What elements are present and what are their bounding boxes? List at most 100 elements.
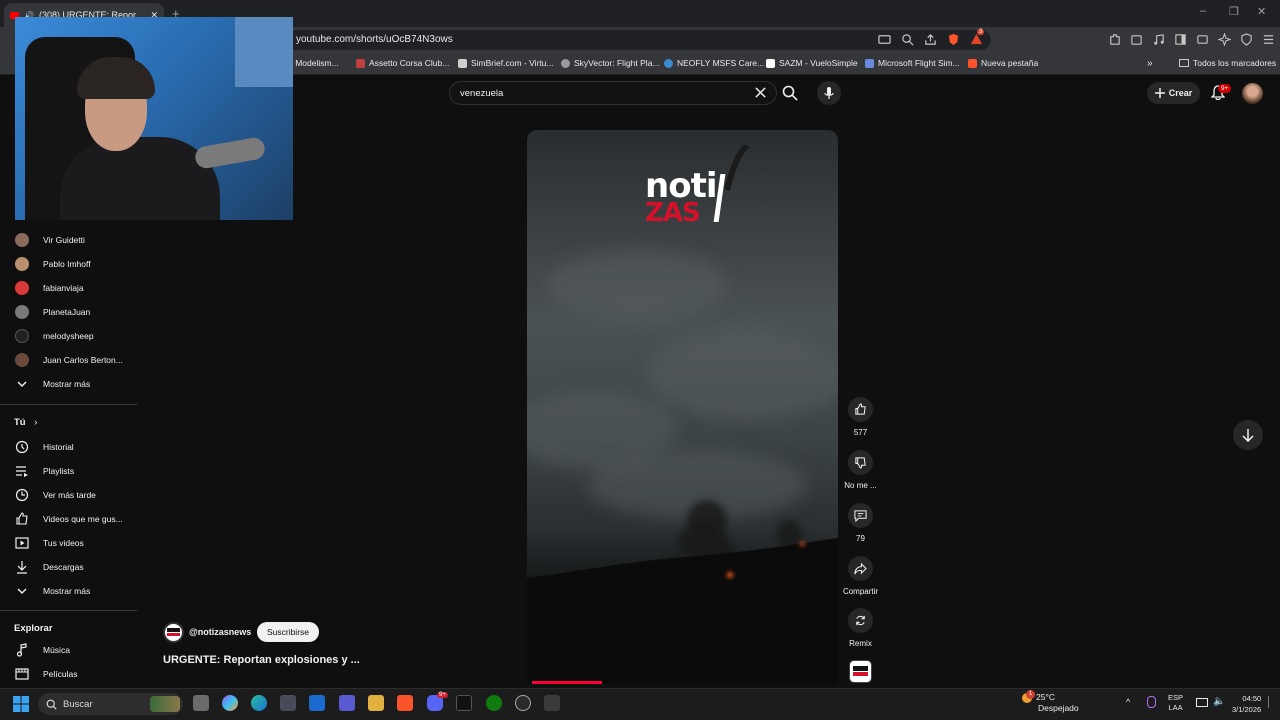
sidebar-subscription-item[interactable]: fabianviaja	[0, 276, 137, 300]
weather-temperature: 25°C	[1036, 692, 1055, 702]
bookmark-favicon-icon	[458, 58, 467, 68]
sidebar-item-your-videos[interactable]: Tus videos	[0, 531, 137, 555]
sidebar-item-watch-later[interactable]: Ver más tarde	[0, 483, 137, 507]
share-button[interactable]	[848, 556, 873, 581]
menu-icon[interactable]	[1262, 33, 1275, 46]
sidebar-item-label: Tus videos	[43, 538, 84, 548]
share-page-icon[interactable]	[924, 33, 937, 46]
next-short-button[interactable]	[1233, 420, 1263, 450]
bookmark-item[interactable]: SimBrief.com - Virtu...	[458, 58, 554, 68]
voice-search-button[interactable]	[817, 81, 841, 105]
bookmark-item[interactable]: SkyVector: Flight Pla...	[561, 58, 660, 68]
reader-icon[interactable]	[1196, 33, 1209, 46]
webcam-background-shelf	[235, 17, 293, 87]
input-language-indicator[interactable]: ESP LAA	[1168, 693, 1183, 713]
brave-rewards-button[interactable]: 3	[970, 29, 985, 46]
cast-icon[interactable]	[878, 33, 891, 46]
dislike-button[interactable]	[848, 450, 873, 475]
outlook-icon[interactable]	[309, 695, 325, 711]
bookmark-item[interactable]: Microsoft Flight Sim...	[865, 58, 960, 68]
bookmark-item[interactable]: SAZM - VueloSimple	[766, 58, 858, 68]
sidebar-item-playlists[interactable]: Playlists	[0, 459, 137, 483]
clear-search-icon[interactable]	[754, 86, 767, 99]
clock-date: 3/1/2026	[1232, 705, 1262, 714]
windows-start-icon[interactable]	[13, 696, 29, 712]
search-icon[interactable]	[782, 85, 798, 101]
channel-avatar	[15, 233, 29, 247]
comments-button[interactable]	[848, 503, 873, 528]
notizas-logo-bottom: ZAS	[645, 198, 701, 228]
microphone-icon	[824, 87, 834, 99]
bookmark-item[interactable]: r Modelism...	[290, 58, 339, 68]
sidebar-show-more[interactable]: Mostrar más	[0, 372, 137, 396]
remix-button[interactable]	[848, 608, 873, 633]
like-button[interactable]	[848, 397, 873, 422]
taskbar-search[interactable]: Buscar	[38, 693, 183, 715]
sidebar-subscription-item[interactable]: PlanetaJuan	[0, 300, 137, 324]
sidebar-item-music[interactable]: Música	[0, 638, 137, 662]
store-icon[interactable]	[280, 695, 296, 711]
sidebar-item-label: fabianviaja	[43, 283, 84, 293]
file-explorer-icon[interactable]	[368, 695, 384, 711]
sidebar-item-movies[interactable]: Películas	[0, 662, 137, 686]
channel-avatar[interactable]	[163, 622, 184, 643]
sidebar-item-history[interactable]: Historial	[0, 435, 137, 459]
bookmark-item[interactable]: Nueva pestaña	[968, 58, 1038, 68]
brave-shield-icon[interactable]	[947, 33, 960, 46]
user-avatar[interactable]	[1242, 83, 1263, 104]
thumbs-up-icon	[855, 403, 866, 415]
task-view-icon[interactable]	[193, 695, 209, 711]
sidebar-you-heading[interactable]: Tú ›	[14, 417, 37, 428]
sidebar-subscription-item[interactable]: Juan Carlos Berton...	[0, 348, 137, 372]
sidebar-icon[interactable]	[1174, 33, 1187, 46]
network-icon[interactable]	[1196, 698, 1208, 707]
bookmark-favicon-icon	[664, 58, 673, 68]
language-code: ESP	[1168, 693, 1184, 702]
create-button[interactable]: Crear	[1147, 82, 1200, 104]
close-window-button[interactable]: ✕	[1257, 5, 1266, 18]
show-desktop-button[interactable]	[1268, 696, 1276, 708]
sidebar-subscription-item[interactable]: Pablo Imhoff	[0, 252, 137, 276]
brave-icon[interactable]	[397, 695, 413, 711]
channel-thumbnail[interactable]	[849, 660, 872, 683]
volume-icon[interactable]: 🔈	[1213, 696, 1225, 707]
video-progress-bar[interactable]	[532, 681, 602, 684]
microphone-tray-icon[interactable]	[1147, 696, 1156, 708]
maximize-button[interactable]: ❐	[1229, 5, 1239, 18]
channel-name[interactable]: @notizasnews	[189, 627, 251, 637]
vpn-icon[interactable]	[1240, 33, 1253, 46]
bookmark-item[interactable]: NEOFLY MSFS Care...	[664, 58, 764, 68]
leo-ai-icon[interactable]	[1218, 33, 1231, 46]
subscribe-button[interactable]: Suscribirse	[257, 622, 319, 642]
bookmark-label: SimBrief.com - Virtu...	[471, 58, 554, 68]
teams-icon[interactable]	[339, 695, 355, 711]
bookmarks-overflow-button[interactable]: »	[1147, 58, 1153, 69]
media-icon[interactable]	[1152, 33, 1165, 46]
search-highlight-icon	[150, 696, 180, 712]
steam-icon[interactable]	[515, 695, 531, 711]
sidebar-subscription-item[interactable]: Vir Guidetti	[0, 228, 137, 252]
sidebar-show-more[interactable]: Mostrar más	[0, 579, 137, 603]
video-hillside	[527, 538, 838, 684]
minimize-button[interactable]: –	[1200, 5, 1206, 17]
flight-sim-icon[interactable]	[544, 695, 560, 711]
sidebar-item-label: melodysheep	[43, 331, 94, 341]
bookmark-item[interactable]: Assetto Corsa Club...	[356, 58, 449, 68]
sidebar-subscription-item[interactable]: melodysheep	[0, 324, 137, 348]
short-title[interactable]: URGENTE: Reportan explosiones y ...	[163, 654, 360, 666]
sidebar-item-liked-videos[interactable]: Videos que me gus...	[0, 507, 137, 531]
tray-overflow-icon[interactable]: ^	[1126, 697, 1130, 707]
all-bookmarks-button[interactable]: Todos los marcadores	[1179, 58, 1276, 68]
wallet-icon[interactable]	[1130, 33, 1143, 46]
extensions-icon[interactable]	[1108, 33, 1121, 46]
system-clock[interactable]: 04:50 3/1/2026	[1232, 693, 1261, 715]
history-icon	[15, 440, 29, 454]
zoom-icon[interactable]	[901, 33, 914, 46]
edge-icon[interactable]	[251, 695, 267, 711]
tiktok-icon[interactable]	[456, 695, 472, 711]
copilot-icon[interactable]	[222, 695, 238, 711]
search-input[interactable]: venezuela	[449, 81, 777, 105]
sidebar-item-label: Películas	[43, 669, 78, 679]
xbox-icon[interactable]	[486, 695, 502, 711]
sidebar-item-downloads[interactable]: Descargas	[0, 555, 137, 579]
